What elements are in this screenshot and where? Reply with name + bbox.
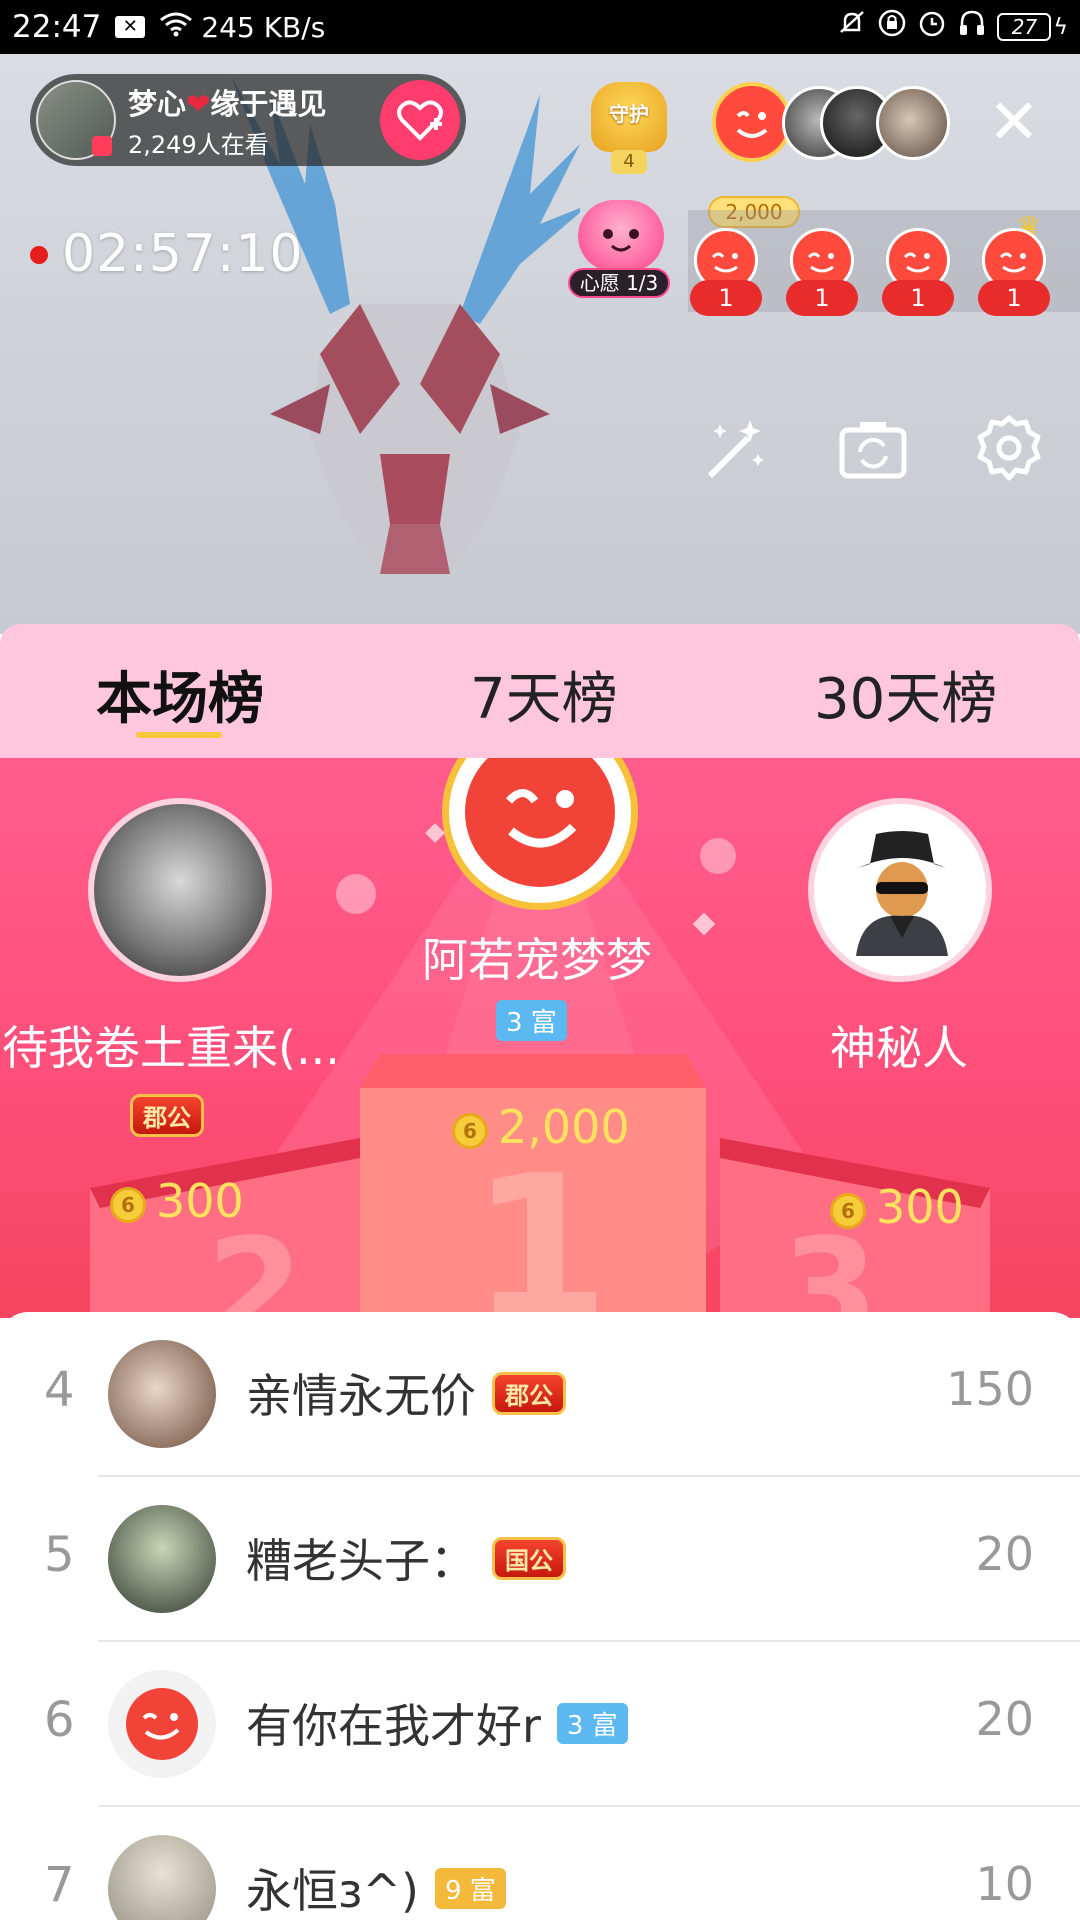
- rank3-coins: 6 300: [830, 1180, 964, 1234]
- coin-icon: 6: [830, 1192, 866, 1229]
- coin-icon: 6: [452, 1112, 488, 1149]
- close-icon[interactable]: ✕: [984, 91, 1044, 154]
- noble-badge: 国公: [492, 1536, 566, 1580]
- svg-text:1: 1: [470, 1133, 609, 1318]
- tab-7-days[interactable]: 7天榜: [470, 654, 618, 735]
- alarm-icon: [917, 8, 947, 46]
- live-dot-icon: [30, 246, 48, 264]
- wish-gift-item[interactable]: 1: [786, 228, 858, 324]
- rank3-name[interactable]: 神秘人: [830, 1012, 968, 1078]
- tab-current-session[interactable]: 本场榜: [96, 654, 264, 735]
- ranking-list: 4 亲情永无价 郡公 150 5 糟老头子： 国公 20 6 有你在我才好r 3 富 …: [0, 1312, 1080, 1920]
- rank1-badge: 3 富: [496, 1000, 567, 1041]
- top3-podium: 1 2 3 阿若宠梦梦 3 富 6 2,000 待我卷土重来(... 郡公 6 30…: [0, 758, 1080, 1318]
- active-tab-indicator: [136, 732, 222, 738]
- top-fan-avatar[interactable]: [712, 82, 792, 162]
- avatar[interactable]: [108, 1670, 216, 1778]
- guard-badge[interactable]: 守护 4: [585, 74, 673, 174]
- rank2-coins: 6 300: [110, 1174, 244, 1228]
- rich-badge: 3 富: [556, 1702, 628, 1744]
- rank2-badge: 郡公: [130, 1094, 204, 1137]
- settings-gear-icon[interactable]: [974, 414, 1044, 484]
- host-info-pill[interactable]: 梦心❤缘于遇见 2,249人在看: [30, 74, 466, 166]
- status-bar: 22:47 ✕ 245 KB/s 27 ϟ: [0, 0, 1080, 54]
- live-timer: 02:57:10: [62, 224, 304, 284]
- rich-badge: 9 富: [434, 1867, 506, 1909]
- coin-icon: 6: [110, 1186, 146, 1223]
- ranking-tabs: 本场榜 7天榜 30天榜: [0, 624, 1080, 758]
- host-avatar[interactable]: [36, 80, 116, 160]
- wifi-icon: [159, 10, 193, 45]
- heart-icon: ❤: [186, 86, 211, 121]
- guard-count: 4: [611, 150, 647, 174]
- wish-gift-item[interactable]: 1: [690, 228, 762, 324]
- avatar[interactable]: [108, 1340, 216, 1448]
- user-name: 糟老头子：: [246, 1534, 476, 1588]
- status-time: 22:47: [12, 9, 102, 45]
- tab-30-days[interactable]: 30天榜: [814, 654, 997, 735]
- notification-x-icon: ✕: [115, 16, 146, 38]
- rank-number: 7: [44, 1857, 75, 1913]
- headphones-icon: [957, 8, 987, 46]
- live-video[interactable]: 梦心❤缘于遇见 2,249人在看 守护 4 2,000 ✕ 02:57:10 心…: [0, 54, 1080, 634]
- rank-number: 5: [44, 1527, 75, 1583]
- score: 20: [975, 1527, 1034, 1581]
- list-item[interactable]: 4 亲情永无价 郡公 150: [0, 1312, 1080, 1477]
- mystery-person-icon: [856, 831, 948, 956]
- mute-bell-icon: [837, 8, 867, 46]
- avatar[interactable]: [108, 1505, 216, 1613]
- rank3-avatar[interactable]: [808, 798, 992, 982]
- rank-number: 6: [44, 1692, 75, 1748]
- rank2-name[interactable]: 待我卷土重来(...: [2, 1012, 340, 1078]
- list-item[interactable]: 6 有你在我才好r 3 富 20: [0, 1642, 1080, 1807]
- battery-level: 27: [997, 13, 1052, 41]
- rank2-avatar[interactable]: [88, 798, 272, 982]
- camera-flip-icon[interactable]: [838, 414, 908, 484]
- magic-wand-icon[interactable]: [700, 414, 770, 484]
- viewer-count: 2,249人在看: [128, 130, 269, 159]
- score: 20: [975, 1692, 1034, 1746]
- rank-number: 4: [44, 1362, 75, 1418]
- rank1-name[interactable]: 阿若宠梦梦: [422, 924, 652, 990]
- score: 150: [946, 1362, 1034, 1416]
- rank1-coins: 6 2,000: [452, 1100, 630, 1154]
- noble-badge: 郡公: [492, 1371, 566, 1415]
- user-name: 永恒з^): [246, 1864, 419, 1918]
- wish-progress: 心愿 1/3: [568, 268, 670, 298]
- user-name: 亲情永无价: [246, 1369, 476, 1423]
- lock-rotation-icon: [877, 8, 907, 46]
- list-item[interactable]: 5 糟老头子： 国公 20: [0, 1477, 1080, 1642]
- wish-heart-icon[interactable]: [578, 200, 664, 272]
- network-speed: 245 KB/s: [201, 10, 326, 44]
- score: 10: [975, 1857, 1034, 1911]
- list-item[interactable]: 7 永恒з^) 9 富 10: [0, 1807, 1080, 1920]
- follow-heart-plus-button[interactable]: [380, 80, 460, 160]
- battery-icon: 27 ϟ: [997, 13, 1068, 41]
- user-name: 有你在我才好r: [246, 1699, 541, 1753]
- host-name: 梦心❤缘于遇见: [128, 86, 327, 121]
- avatar[interactable]: [108, 1835, 216, 1920]
- wish-gift-item[interactable]: 1: [882, 228, 954, 324]
- wish-gift-item[interactable]: ♛ 1: [978, 210, 1050, 324]
- viewer-avatar[interactable]: [876, 86, 950, 160]
